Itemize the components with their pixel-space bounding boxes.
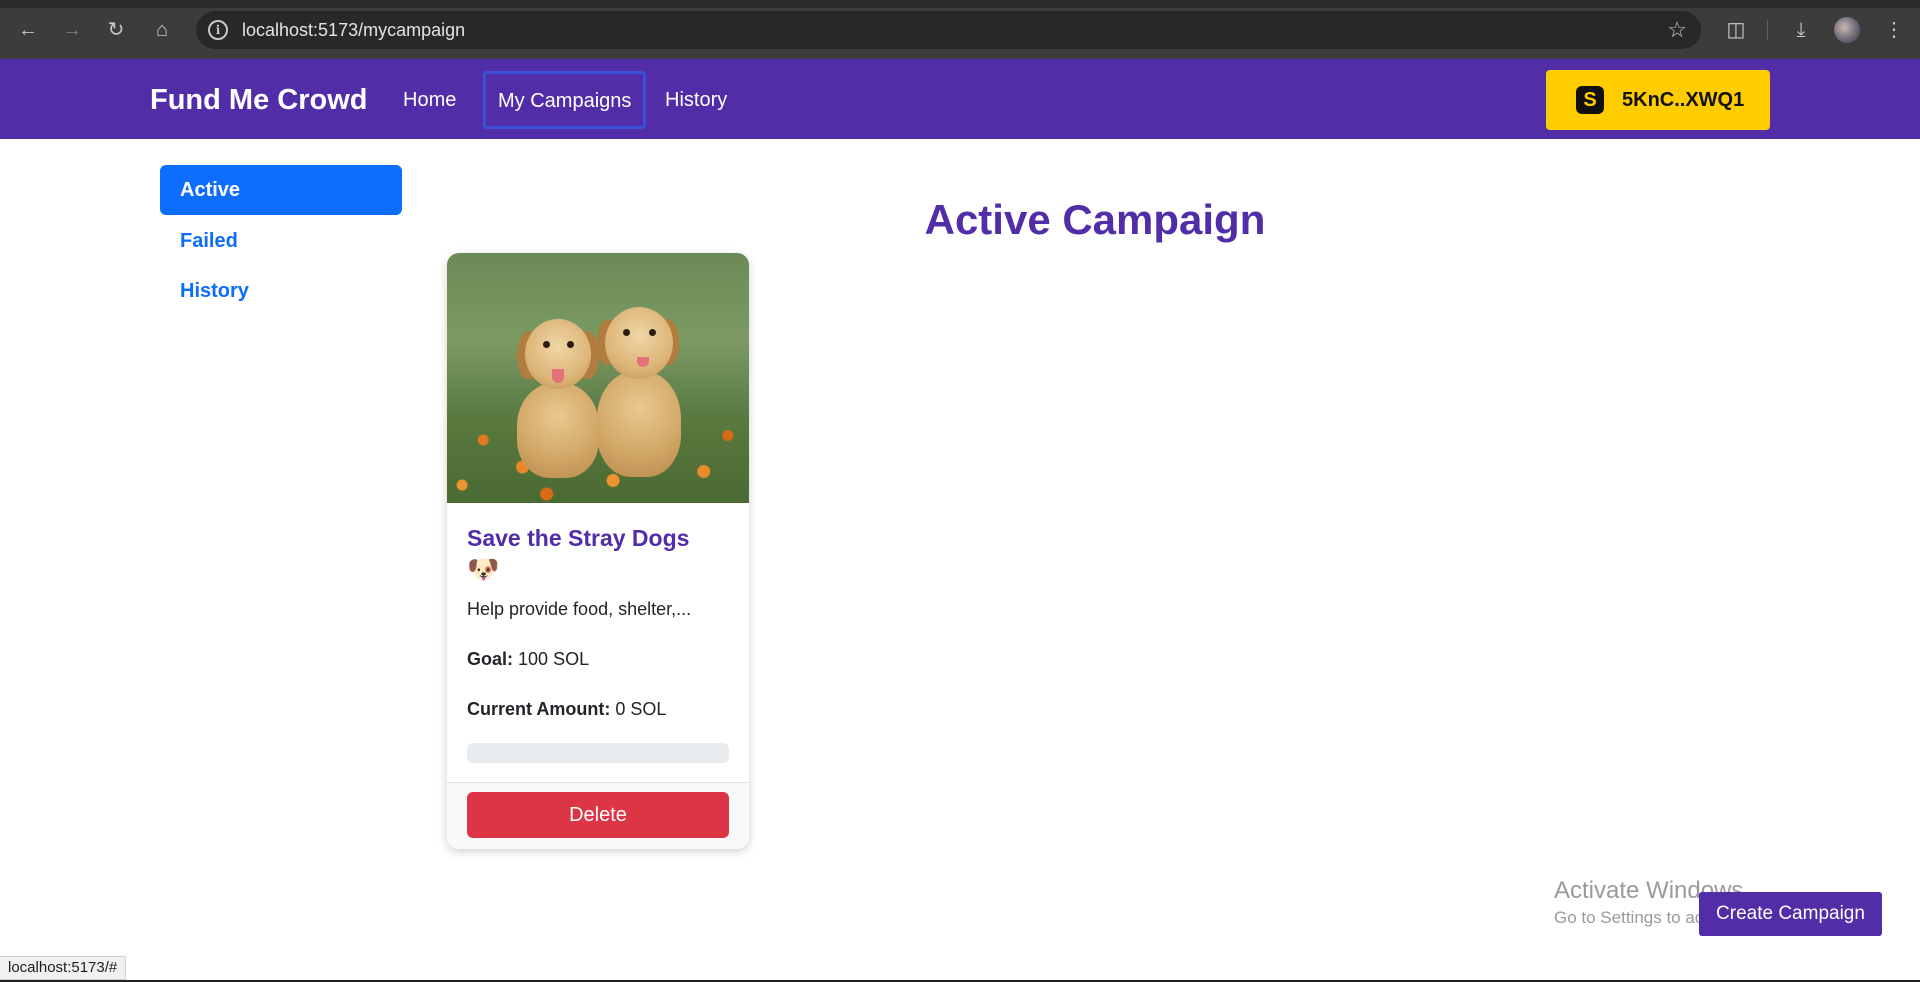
tab-strip xyxy=(0,0,1920,8)
goal-label: Goal: xyxy=(467,649,514,669)
download-icon[interactable]: ⤓ xyxy=(1785,14,1817,46)
puppy-body-right xyxy=(597,371,681,477)
campaign-card: Save the Stray Dogs 🐶 Help provide food,… xyxy=(447,253,749,849)
puppy-head-right xyxy=(605,307,673,379)
campaign-title: Save the Stray Dogs xyxy=(467,525,690,551)
funding-progress-bar xyxy=(467,743,729,763)
puppy-tongue xyxy=(552,369,564,383)
puppy-body-left xyxy=(517,383,599,478)
home-icon[interactable]: ⌂ xyxy=(146,14,178,46)
goal-value: 100 SOL xyxy=(518,649,590,669)
extensions-icon[interactable]: ◫ xyxy=(1720,14,1752,46)
campaign-goal: Goal: 100 SOL xyxy=(467,647,589,671)
browser-toolbar: ← → ↻ ⌂ i localhost:5173/mycampaign ☆ ◫ … xyxy=(0,0,1920,59)
app-navbar: Fund Me Crowd Home My Campaigns History … xyxy=(0,59,1920,139)
campaign-image xyxy=(447,253,749,503)
site-info-icon[interactable]: i xyxy=(208,20,228,40)
page-title: Active Campaign xyxy=(924,196,1266,243)
puppy-eye xyxy=(543,341,550,348)
current-amount-label: Current Amount: xyxy=(467,699,611,719)
nav-history-link[interactable]: History xyxy=(665,59,727,141)
address-bar[interactable]: i localhost:5173/mycampaign ☆ xyxy=(196,11,1701,49)
brand-logo[interactable]: Fund Me Crowd xyxy=(150,59,367,141)
card-footer: Delete xyxy=(447,782,749,849)
nav-my-campaigns-link[interactable]: My Campaigns xyxy=(483,71,647,129)
campaign-description: Help provide food, shelter,... xyxy=(467,599,692,619)
sidebar-item-active[interactable]: Active xyxy=(160,165,402,215)
wallet-button[interactable]: S 5KnC..XWQ1 xyxy=(1546,70,1770,130)
url-text: localhost:5173/mycampaign xyxy=(242,20,466,40)
reload-icon[interactable]: ↻ xyxy=(100,14,132,46)
puppy-eye xyxy=(567,341,574,348)
wallet-address: 5KnC..XWQ1 xyxy=(1622,89,1745,111)
create-campaign-button[interactable]: Create Campaign xyxy=(1699,892,1882,936)
sidebar-item-failed[interactable]: Failed xyxy=(160,216,402,266)
back-icon[interactable]: ← xyxy=(12,14,44,46)
bookmark-star-icon[interactable]: ☆ xyxy=(1667,11,1687,49)
toolbar-divider xyxy=(1767,20,1768,40)
solana-icon: S xyxy=(1576,86,1604,114)
delete-button[interactable]: Delete xyxy=(467,792,729,838)
status-bar-url: localhost:5173/# xyxy=(0,956,127,980)
campaign-current-amount: Current Amount: 0 SOL xyxy=(467,697,666,721)
puppy-eye xyxy=(649,329,656,336)
menu-dots-icon[interactable]: ⋮ xyxy=(1878,14,1910,46)
profile-avatar[interactable] xyxy=(1834,17,1860,43)
nav-home-link[interactable]: Home xyxy=(403,59,456,141)
dog-emoji-icon: 🐶 xyxy=(467,554,500,584)
current-amount-value: 0 SOL xyxy=(615,699,667,719)
forward-icon[interactable]: → xyxy=(56,14,88,46)
puppy-eye xyxy=(623,329,630,336)
sidebar-item-history[interactable]: History xyxy=(160,266,402,316)
